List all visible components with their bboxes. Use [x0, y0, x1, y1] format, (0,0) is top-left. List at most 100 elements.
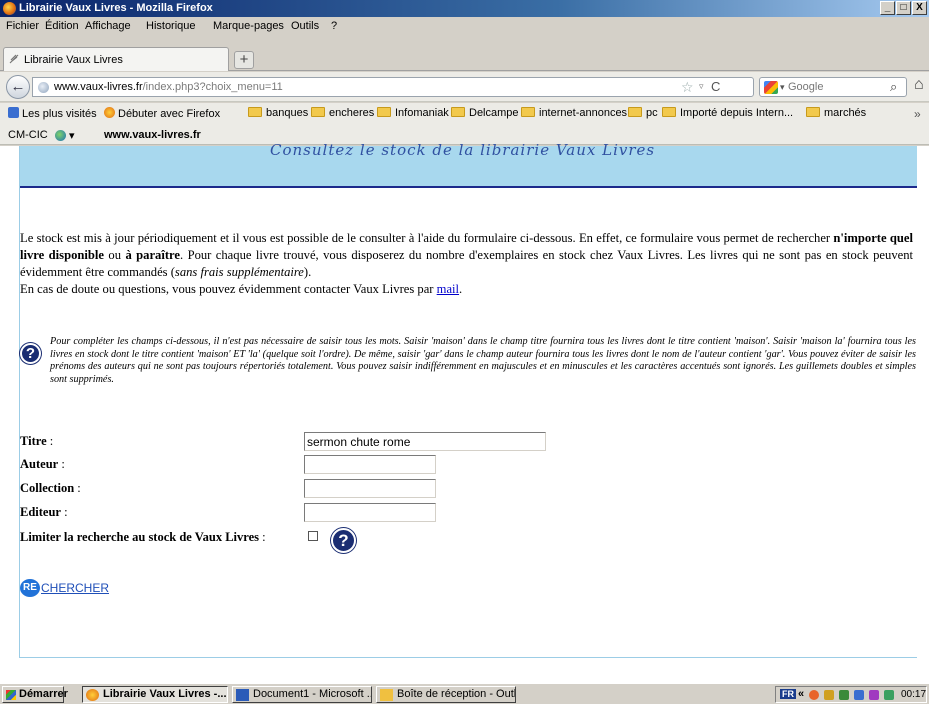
bookmark-folder-infomaniak[interactable]: Infomaniak [377, 107, 449, 119]
url-bar[interactable]: www.vaux-livres.fr/index.php3?choix_menu… [32, 77, 754, 97]
tab-librairie[interactable]: Librairie Vaux Livres [3, 47, 229, 71]
tray-app-icon[interactable] [839, 690, 849, 700]
bookmark-debuter-avec-firefox[interactable]: Débuter avec Firefox [104, 107, 220, 120]
list-icon [8, 107, 19, 118]
taskbar: Démarrer Librairie Vaux Livres -... Docu… [0, 683, 929, 704]
tray-app-icon[interactable] [824, 690, 834, 700]
bookmark-star-icon[interactable]: ☆ [681, 79, 694, 96]
rechercher-button[interactable]: RE CHERCHER [20, 579, 109, 597]
titre-label: Titre : [20, 434, 54, 448]
new-tab-button[interactable]: + [234, 51, 254, 69]
google-icon[interactable] [764, 81, 778, 94]
volume-icon[interactable] [869, 690, 879, 700]
system-tray: FR « 00:17 [775, 686, 927, 703]
clock: 00:17 [901, 689, 927, 700]
globe-icon [38, 82, 49, 93]
page-banner: Consultez le stock de la librairie Vaux … [20, 141, 917, 188]
bookmarks-toolbar: Les plus visités Débuter avec Firefox ba… [0, 103, 929, 125]
auteur-input[interactable] [304, 455, 436, 474]
search-icon[interactable]: ⌕ [890, 79, 897, 95]
cm-cic-dropdown-icon[interactable]: ▾ [69, 129, 75, 142]
menu-edition[interactable]: Édition [45, 20, 79, 32]
help-icon[interactable]: ? [20, 343, 41, 364]
tray-expand-icon[interactable]: « [798, 688, 804, 700]
bookmark-folder-marches[interactable]: marchés [806, 107, 866, 119]
menu-help[interactable]: ? [331, 20, 337, 32]
firefox-icon [3, 2, 16, 15]
titre-input[interactable] [304, 432, 546, 451]
menu-fichier[interactable]: Fichier [6, 20, 39, 32]
tray-app-icon[interactable] [884, 690, 894, 700]
url-dropdown-icon[interactable]: ▿ [699, 81, 704, 92]
tray-app-icon[interactable] [809, 690, 819, 700]
taskbar-item-firefox[interactable]: Librairie Vaux Livres -... [82, 686, 228, 703]
bookmark-les-plus-visites[interactable]: Les plus visités [8, 107, 97, 120]
network-icon[interactable] [854, 690, 864, 700]
menu-historique[interactable]: Historique [146, 20, 196, 32]
web-page: Consultez le stock de la librairie Vaux … [0, 141, 929, 683]
word-icon [236, 689, 249, 701]
firefox-icon [104, 107, 115, 118]
editeur-label: Editeur : [20, 505, 68, 519]
folder-icon [662, 107, 676, 117]
back-button[interactable]: ← [6, 75, 30, 99]
url-text[interactable]: www.vaux-livres.fr/index.php3?choix_menu… [54, 81, 283, 93]
firefox-icon [86, 689, 99, 701]
editeur-input[interactable] [304, 503, 436, 522]
menu-affichage[interactable]: Affichage [85, 20, 131, 32]
tab-strip: Librairie Vaux Livres + [0, 35, 929, 71]
collection-label: Collection : [20, 481, 81, 495]
auteur-label: Auteur : [20, 457, 65, 471]
collection-input[interactable] [304, 479, 436, 498]
limit-stock-checkbox[interactable] [308, 531, 318, 541]
help-icon[interactable]: ? [331, 528, 356, 553]
menu-bar: Fichier Édition Affichage Historique Mar… [0, 17, 929, 35]
start-button[interactable]: Démarrer [2, 686, 68, 703]
feather-icon [9, 54, 19, 64]
navigation-bar: ← www.vaux-livres.fr/index.php3?choix_me… [0, 72, 929, 102]
page-scrollbar[interactable] [917, 146, 929, 683]
maximize-button[interactable]: □ [896, 1, 911, 15]
search-button-label: CHERCHER [41, 581, 110, 595]
taskbar-item-outlook[interactable]: Boîte de réception - Outl... [376, 686, 516, 703]
reload-icon[interactable]: C [711, 79, 720, 94]
menu-marque-pages[interactable]: Marque-pages [213, 20, 284, 32]
menu-outils[interactable]: Outils [291, 20, 319, 32]
limit-stock-label: Limiter la recherche au stock de Vaux Li… [20, 530, 266, 544]
page-frame [19, 146, 918, 658]
folder-icon [521, 107, 535, 117]
cm-cic-site[interactable]: www.vaux-livres.fr [104, 129, 201, 141]
folder-icon [628, 107, 642, 117]
search-button-badge: RE [20, 579, 40, 597]
tab-label: Librairie Vaux Livres [24, 54, 123, 66]
bookmark-folder-delcampe[interactable]: Delcampe [451, 107, 519, 119]
bookmark-folder-internet-annonces[interactable]: internet-annonces [521, 107, 627, 119]
intro-text: Le stock est mis à jour périodiquement e… [20, 231, 914, 296]
folder-icon [377, 107, 391, 117]
folder-icon [451, 107, 465, 117]
search-placeholder: Google [788, 81, 824, 93]
bookmark-folder-encheres[interactable]: encheres [311, 107, 374, 119]
window-title: Librairie Vaux Livres - Mozilla Firefox [19, 2, 213, 14]
banner-title: Consultez le stock de la librairie Vaux … [270, 141, 656, 159]
folder-icon [806, 107, 820, 117]
bookmarks-overflow-icon[interactable]: » [914, 107, 921, 121]
taskbar-item-word[interactable]: Document1 - Microsoft ... [232, 686, 372, 703]
help-text: Pour compléter les champs ci-dessous, il… [50, 336, 916, 385]
cm-cic-label[interactable]: CM-CIC [8, 129, 48, 141]
bookmark-folder-pc[interactable]: pc [628, 107, 658, 119]
search-engine-dropdown-icon[interactable]: ▾ [780, 82, 785, 93]
minimize-button[interactable]: _ [880, 1, 895, 15]
bookmark-folder-importe[interactable]: Importé depuis Intern... [662, 107, 793, 119]
outlook-icon [380, 689, 393, 701]
globe-icon[interactable] [55, 130, 66, 141]
folder-icon [248, 107, 262, 117]
home-icon[interactable]: ⌂ [914, 76, 924, 94]
mail-link[interactable]: mail [437, 282, 459, 296]
search-bar[interactable]: ▾ Google ⌕ [759, 77, 907, 97]
language-indicator[interactable]: FR [780, 689, 796, 699]
bookmark-folder-banques[interactable]: banques [248, 107, 308, 119]
window-titlebar: Librairie Vaux Livres - Mozilla Firefox … [0, 0, 929, 17]
close-button[interactable]: X [912, 1, 927, 15]
folder-icon [311, 107, 325, 117]
